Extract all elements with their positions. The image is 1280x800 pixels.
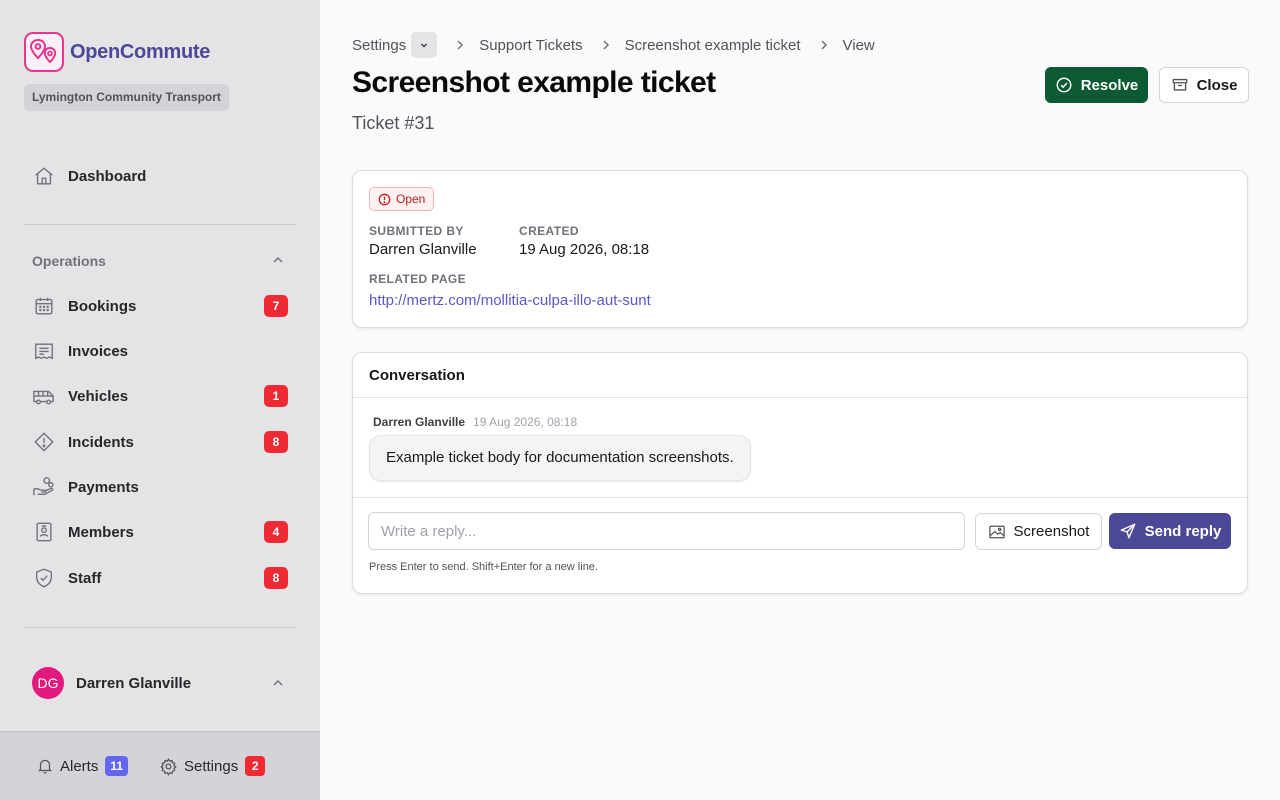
- alerts-count-badge: 11: [105, 756, 129, 776]
- count-badge: 4: [264, 521, 288, 543]
- screenshot-label: Screenshot: [1013, 523, 1090, 540]
- bus-icon: [32, 384, 56, 408]
- breadcrumb: Settings Support Tickets Screenshot exam…: [352, 32, 875, 58]
- count-badge: 7: [264, 295, 288, 317]
- resolve-label: Resolve: [1080, 76, 1139, 94]
- home-icon: [32, 164, 56, 188]
- sidebar-item-label: Dashboard: [68, 167, 147, 185]
- alert-circle-icon: [378, 193, 391, 206]
- hand-coins-icon: [32, 475, 56, 499]
- conversation-title: Conversation: [353, 353, 1247, 398]
- chevron-right-icon: [819, 39, 829, 51]
- chevron-down-icon: [421, 43, 428, 48]
- alerts-button[interactable]: Alerts 11: [36, 756, 129, 776]
- send-label: Send reply: [1144, 522, 1222, 540]
- sidebar-item-payments[interactable]: Payments: [24, 469, 296, 505]
- image-icon: [988, 524, 1006, 540]
- sidebar-item-bookings[interactable]: Bookings 7: [24, 288, 296, 324]
- created-value: 19 Aug 2026, 08:18: [519, 241, 650, 258]
- breadcrumb-support-tickets[interactable]: Support Tickets: [479, 37, 582, 54]
- sidebar-item-label: Staff: [68, 569, 102, 587]
- user-menu[interactable]: DG Darren Glanville: [24, 664, 296, 702]
- send-reply-button[interactable]: Send reply: [1109, 513, 1231, 549]
- archive-icon: [1171, 76, 1189, 94]
- chevron-up-icon: [270, 252, 286, 273]
- calendar-icon: [32, 294, 56, 318]
- sidebar-divider: [24, 224, 296, 225]
- ticket-number: Ticket #31: [352, 113, 435, 133]
- sidebar-item-label: Members: [68, 523, 134, 541]
- sidebar-item-label: Bookings: [68, 297, 137, 315]
- conversation-card: Conversation Darren Glanville 19 Aug 202…: [352, 352, 1248, 594]
- settings-label: Settings: [184, 757, 239, 775]
- brand[interactable]: OpenCommute: [24, 32, 210, 72]
- sidebar-divider: [24, 627, 296, 628]
- warning-diamond-icon: [32, 430, 56, 454]
- chevron-right-icon: [601, 39, 611, 51]
- ticket-details-card: Open SUBMITTED BY Darren Glanville CREAT…: [352, 170, 1248, 328]
- count-badge: 8: [264, 431, 288, 453]
- sidebar-item-incidents[interactable]: Incidents 8: [24, 424, 296, 460]
- breadcrumb-ticket[interactable]: Screenshot example ticket: [625, 37, 801, 54]
- message-bubble: Example ticket body for documentation sc…: [369, 435, 751, 481]
- created-label: CREATED: [519, 224, 579, 238]
- paper-plane-icon: [1119, 522, 1137, 540]
- message-meta: Darren Glanville 19 Aug 2026, 08:18: [373, 415, 577, 429]
- sidebar-item-label: Invoices: [68, 342, 129, 360]
- operations-group-toggle[interactable]: Operations: [24, 248, 296, 274]
- resolve-button[interactable]: Resolve: [1045, 67, 1148, 103]
- count-badge: 8: [264, 567, 288, 589]
- submitted-by-value: Darren Glanville: [369, 241, 477, 258]
- sidebar-item-vehicles[interactable]: Vehicles 1: [24, 378, 296, 414]
- brand-name: OpenCommute: [70, 40, 211, 63]
- sidebar-footer: Alerts 11 Settings 2: [0, 731, 320, 800]
- sidebar-item-label: Incidents: [68, 433, 134, 451]
- close-label: Close: [1196, 76, 1238, 94]
- avatar: DG: [32, 667, 64, 699]
- status-text: Open: [396, 192, 426, 206]
- reply-hint: Press Enter to send. Shift+Enter for a n…: [369, 561, 598, 573]
- user-name: Darren Glanville: [76, 674, 192, 692]
- message-author: Darren Glanville: [373, 415, 466, 429]
- breadcrumb-dropdown-button[interactable]: [411, 32, 438, 58]
- reply-input[interactable]: [368, 512, 965, 550]
- receipt-icon: [32, 339, 56, 363]
- sidebar-item-invoices[interactable]: Invoices: [24, 333, 296, 369]
- related-page-label: RELATED PAGE: [369, 272, 467, 286]
- gear-icon: [159, 757, 178, 776]
- chevron-up-icon: [270, 675, 286, 696]
- settings-count-badge: 2: [245, 756, 266, 776]
- bell-icon: [36, 757, 54, 775]
- submitted-by-label: SUBMITTED BY: [369, 224, 464, 238]
- alerts-label: Alerts: [60, 757, 99, 775]
- check-circle-icon: [1055, 76, 1073, 94]
- close-ticket-button[interactable]: Close: [1159, 67, 1249, 103]
- chevron-right-icon: [455, 39, 465, 51]
- organization-badge[interactable]: Lymington Community Transport: [24, 84, 229, 111]
- attach-screenshot-button[interactable]: Screenshot: [975, 513, 1102, 550]
- shield-check-icon: [32, 566, 56, 590]
- message-timestamp: 19 Aug 2026, 08:18: [473, 415, 578, 429]
- sidebar-item-dashboard[interactable]: Dashboard: [24, 158, 296, 194]
- sidebar-item-label: Vehicles: [68, 387, 129, 405]
- map-pins-logo-icon: [24, 32, 64, 72]
- group-label: Operations: [32, 253, 106, 269]
- breadcrumb-settings[interactable]: Settings: [352, 37, 406, 54]
- sidebar-item-members[interactable]: Members 4: [24, 514, 296, 550]
- id-card-icon: [32, 520, 56, 544]
- status-badge: Open: [369, 187, 435, 211]
- settings-button[interactable]: Settings 2: [159, 756, 266, 776]
- count-badge: 1: [264, 385, 288, 407]
- conversation-divider: [353, 497, 1247, 498]
- sidebar-item-label: Payments: [68, 478, 139, 496]
- page-title: Screenshot example ticket: [352, 66, 716, 99]
- sidebar: OpenCommute Lymington Community Transpor…: [0, 0, 320, 800]
- breadcrumb-view[interactable]: View: [843, 37, 875, 54]
- sidebar-item-staff[interactable]: Staff 8: [24, 560, 296, 596]
- related-page-link[interactable]: http://mertz.com/mollitia-culpa-illo-aut…: [369, 292, 651, 309]
